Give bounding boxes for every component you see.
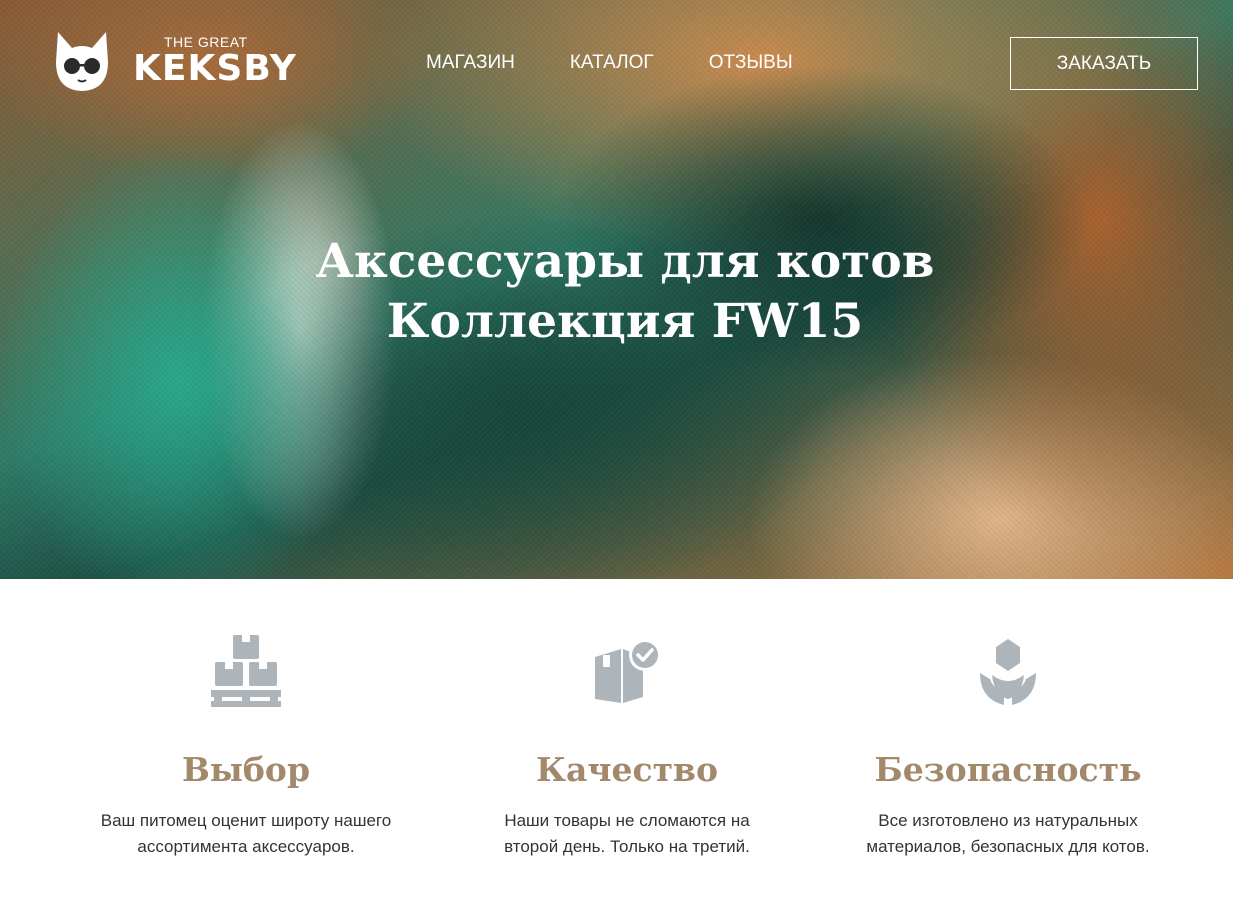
feature-safety-text: Все изготовлено из натуральных материало…	[866, 811, 1150, 856]
order-button[interactable]: ЗАКАЗАТЬ	[1010, 37, 1198, 90]
main-nav: МАГАЗИН КАТАЛОГ ОТЗЫВЫ	[426, 52, 793, 74]
boxes-pallet-icon	[211, 635, 281, 707]
feature-quality: Качество Наши товары не сломаются на вто…	[447, 579, 807, 860]
feature-quality-text: Наши товары не сломаются на второй день.…	[504, 811, 750, 856]
feature-choice-text: Ваш питомец оценит широту нашего ассорти…	[100, 811, 392, 856]
feature-quality-title: Качество	[535, 750, 719, 789]
box-check-icon	[595, 639, 661, 703]
hero-section: THE GREAT KEKSBY МАГАЗИН КАТАЛОГ ОТЗЫВЫ …	[0, 0, 1233, 579]
site-logo[interactable]: THE GREAT KEKSBY	[52, 28, 296, 98]
feature-choice: Выбор Ваш питомец оценит широту нашего а…	[66, 579, 426, 860]
nav-shop-link[interactable]: МАГАЗИН	[426, 52, 515, 74]
flower-icon	[980, 639, 1036, 705]
hero-title: Аксессуары для котов Коллекция FW15	[0, 232, 1233, 352]
feature-safety-title: Безопасность	[874, 750, 1142, 789]
nav-reviews-link[interactable]: ОТЗЫВЫ	[709, 52, 793, 74]
hero-title-line1: Аксессуары для котов	[315, 234, 935, 289]
features-section: Выбор Ваш питомец оценит широту нашего а…	[0, 579, 1233, 903]
feature-choice-title: Выбор	[181, 750, 311, 789]
cat-logo-icon	[56, 32, 108, 91]
feature-safety: Безопасность Все изготовлено из натураль…	[828, 579, 1188, 860]
hero-title-line2: Коллекция FW15	[386, 294, 864, 349]
nav-catalog-link[interactable]: КАТАЛОГ	[570, 52, 654, 74]
logo-name: KEKSBY	[133, 48, 297, 89]
